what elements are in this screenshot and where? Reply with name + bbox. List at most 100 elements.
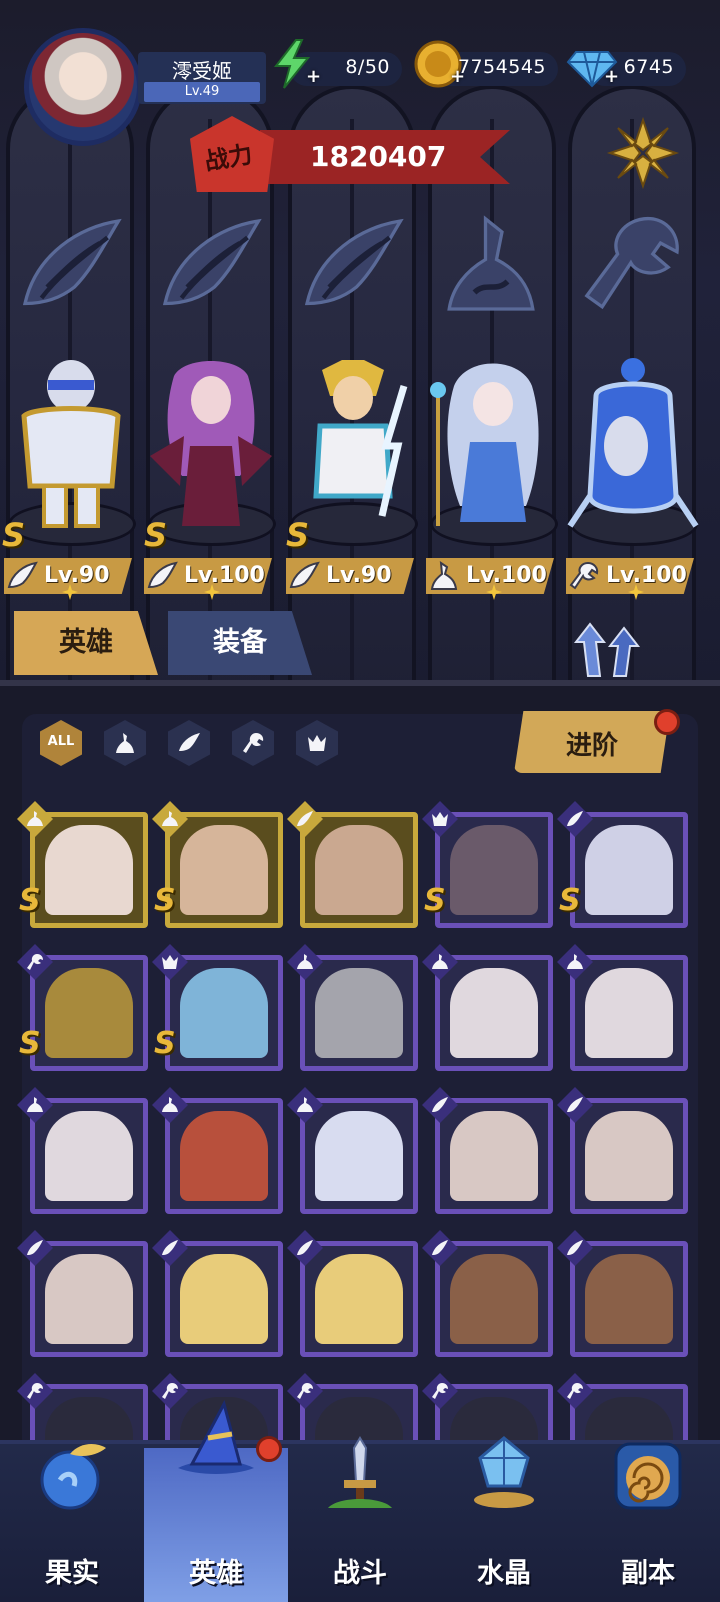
hero-portrait xyxy=(315,1254,403,1344)
menu-flower-icon[interactable] xyxy=(606,116,680,190)
hero-portrait xyxy=(450,825,538,915)
hero-portrait xyxy=(450,1111,538,1201)
energy-counter[interactable]: + 8/50 xyxy=(273,39,402,89)
add-energy-icon[interactable]: + xyxy=(306,68,324,86)
nav-dungeon-label: 副本 xyxy=(621,1558,675,1589)
power-value: 1820407 xyxy=(310,140,447,173)
wing-class-icon xyxy=(7,561,38,589)
roster-hero-card[interactable] xyxy=(422,1230,553,1357)
hero-portrait xyxy=(180,968,268,1058)
nav-crystal-label: 水晶 xyxy=(477,1558,531,1589)
player-avatar[interactable] xyxy=(24,28,142,146)
nav-battle-label: 战斗 xyxy=(333,1558,387,1589)
hero-rank: S xyxy=(559,883,581,918)
roster-hero-card[interactable] xyxy=(287,1230,418,1357)
nav-hero[interactable]: 英雄 xyxy=(144,1399,288,1602)
gold-counter[interactable]: + 7754545 xyxy=(414,40,558,88)
roster-hero-card[interactable] xyxy=(557,1230,688,1357)
nav-fruit-label: 果实 xyxy=(45,1558,99,1589)
nav-battle[interactable]: 战斗 xyxy=(288,1430,432,1602)
nav-dungeon[interactable]: 副本 xyxy=(576,1430,720,1602)
hero-portrait xyxy=(180,1254,268,1344)
hero-portrait xyxy=(45,1111,133,1201)
wing-class-icon xyxy=(14,210,124,320)
add-gems-icon[interactable]: + xyxy=(604,68,622,86)
wrench-icon xyxy=(243,733,264,753)
roster-hero-card[interactable] xyxy=(422,1087,553,1214)
hero-portrait xyxy=(585,825,673,915)
roster-hero-card[interactable] xyxy=(557,944,688,1071)
hero-portrait xyxy=(180,1111,268,1201)
hero-level-bar: Lv.90 xyxy=(4,558,132,594)
hero-portrait xyxy=(45,1254,133,1344)
tab-equipment[interactable]: 装备 xyxy=(168,611,312,675)
flask-class-icon xyxy=(436,210,546,320)
advance-label: 进阶 xyxy=(565,731,618,761)
energy-value: 8/50 xyxy=(345,56,390,78)
wing-icon xyxy=(179,733,200,751)
crystal-icon xyxy=(474,1436,534,1508)
roster-hero-card[interactable]: S xyxy=(422,801,553,928)
fruit-icon xyxy=(40,1444,106,1510)
power-badge: 战力 xyxy=(190,116,274,192)
hero-portrait xyxy=(585,1254,673,1344)
roster-hero-card[interactable] xyxy=(17,1230,148,1357)
hero-lineup-area: 澪受姬 Lv.49 + 8/50 + 7754545 + 6745 战力 182… xyxy=(0,0,720,700)
hero-portrait xyxy=(45,968,133,1058)
roster-hero-card[interactable] xyxy=(287,801,418,928)
power-label: 战力 xyxy=(202,140,255,176)
roster-hero-card[interactable]: S xyxy=(17,801,148,928)
roster-hero-card[interactable]: S xyxy=(152,801,283,928)
roster-hero-card[interactable]: S xyxy=(17,944,148,1071)
tab-hero[interactable]: 英雄 xyxy=(14,611,158,675)
roster-hero-card[interactable] xyxy=(287,1087,418,1214)
roster-hero-card[interactable] xyxy=(287,944,418,1071)
nav-fruit[interactable]: 果实 xyxy=(0,1430,144,1602)
gem-value: 6745 xyxy=(623,56,674,78)
hero-armored-knight[interactable] xyxy=(4,356,138,536)
notification-dot xyxy=(256,1436,282,1462)
hero-rank: S xyxy=(286,516,310,554)
nav-crystal[interactable]: 水晶 xyxy=(432,1430,576,1602)
hero-rank: S xyxy=(154,883,176,918)
hero-portrait xyxy=(315,825,403,915)
advance-button[interactable]: 进阶 xyxy=(514,711,670,773)
gem-counter[interactable]: + 6745 xyxy=(566,51,686,88)
portal-icon xyxy=(614,1442,682,1510)
flask-icon xyxy=(116,733,134,753)
notification-dot xyxy=(654,709,680,735)
roster-hero-card[interactable]: S xyxy=(152,944,283,1071)
roster-hero-card[interactable] xyxy=(557,1087,688,1214)
wizard-hat-icon xyxy=(178,1399,254,1474)
gold-value: 7754545 xyxy=(457,56,546,78)
roster-hero-card[interactable] xyxy=(152,1230,283,1357)
hero-succubus[interactable] xyxy=(144,356,278,536)
wing-class-icon xyxy=(296,210,406,320)
roster-hero-card[interactable] xyxy=(422,944,553,1071)
hero-portrait xyxy=(450,968,538,1058)
wing-class-icon xyxy=(154,210,264,320)
hero-level: Lv.100 xyxy=(606,563,687,588)
wing-class-icon xyxy=(147,561,178,589)
beast-icon xyxy=(308,735,326,751)
wrench-class-icon xyxy=(569,561,599,590)
sword-icon xyxy=(328,1436,392,1508)
hero-rank: S xyxy=(2,516,26,554)
hero-level: Lv.90 xyxy=(44,563,110,588)
roster-hero-card[interactable] xyxy=(17,1087,148,1214)
hero-level-bar: Lv.90 xyxy=(286,558,414,594)
combat-power-banner: 战力 1820407 xyxy=(190,112,510,194)
flask-class-icon xyxy=(430,561,458,590)
hero-portrait xyxy=(45,825,133,915)
hero-ice-sorceress[interactable] xyxy=(426,356,560,536)
hero-jar-creature[interactable] xyxy=(566,356,700,536)
roster-hero-card[interactable]: S xyxy=(557,801,688,928)
roster-hero-card[interactable] xyxy=(152,1087,283,1214)
hero-level: Lv.100 xyxy=(466,563,547,588)
hero-portrait xyxy=(315,1111,403,1201)
hero-rank: S xyxy=(19,1026,41,1061)
hero-level-bar: Lv.100 xyxy=(144,558,272,594)
hero-level-bar: Lv.100 xyxy=(426,558,554,594)
hero-lightning-paladin[interactable] xyxy=(286,356,420,536)
filter-all-label: ALL xyxy=(47,734,75,749)
